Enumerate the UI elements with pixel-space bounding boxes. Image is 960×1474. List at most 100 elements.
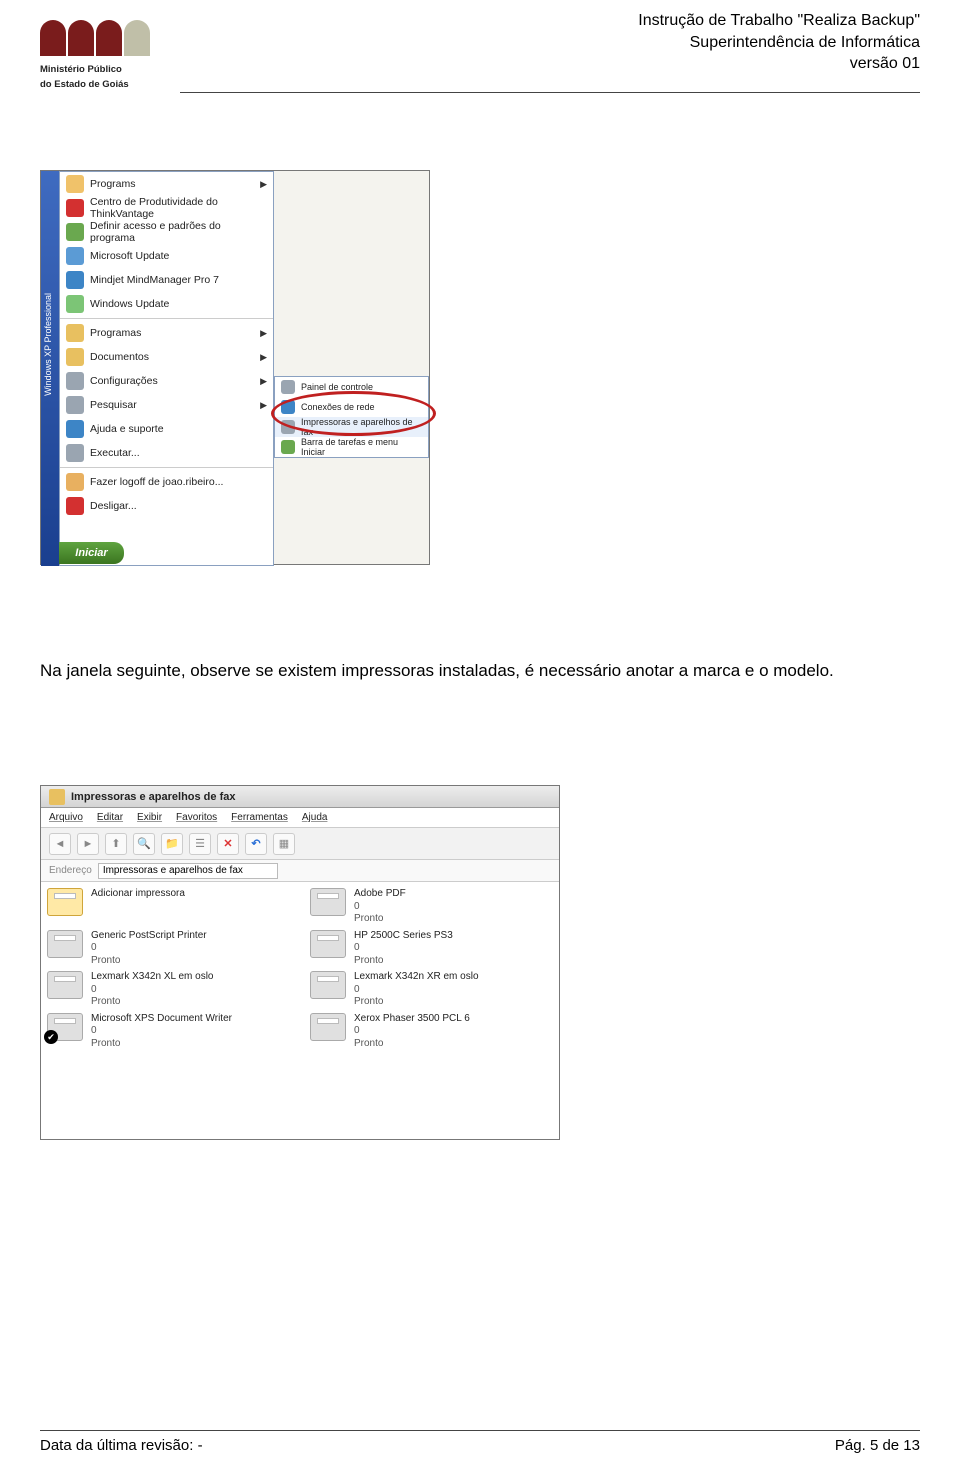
menubar-item[interactable]: Editar	[97, 812, 123, 823]
xp-brand-text: Windows XP Professional	[43, 293, 53, 396]
printer-icon	[47, 930, 83, 958]
menu-item-icon	[66, 223, 84, 241]
printer-item[interactable]: Adobe PDF0Pronto	[310, 888, 553, 926]
menubar-item[interactable]: Ferramentas	[231, 812, 288, 823]
printer-name: Lexmark X342n XL em oslo	[91, 971, 213, 984]
printer-icon	[310, 888, 346, 916]
submenu-arrow-icon: ▶	[260, 400, 267, 411]
start-menu-main: Programs▶Centro de Produtividade do Thin…	[59, 171, 274, 566]
submenu-icon	[281, 440, 295, 454]
menu-item-label: Fazer logoff de joao.ribeiro...	[90, 476, 223, 488]
menubar-item[interactable]: Ajuda	[302, 812, 328, 823]
printer-item[interactable]: Lexmark X342n XR em oslo0Pronto	[310, 971, 553, 1009]
menu-item[interactable]: Desligar...	[60, 494, 273, 518]
printer-item[interactable]: Adicionar impressora	[47, 888, 290, 926]
body-paragraph: Na janela seguinte, observe se existem i…	[40, 655, 920, 687]
start-button[interactable]: Iniciar	[59, 542, 124, 564]
menu-item-icon	[66, 420, 84, 438]
printers-window-screenshot: Impressoras e aparelhos de fax Arquivo Ed…	[40, 785, 560, 1140]
view-mode-button[interactable]: ▦	[273, 833, 295, 855]
forward-button[interactable]: ►	[77, 833, 99, 855]
menu-item-label: Pesquisar	[90, 399, 137, 411]
submenu-label: Barra de tarefas e menu Iniciar	[301, 437, 422, 457]
doc-title-line2: Superintendência de Informática	[638, 32, 920, 54]
printer-count: 0	[354, 901, 406, 914]
printer-count: 0	[91, 984, 213, 997]
printer-name: Lexmark X342n XR em oslo	[354, 971, 479, 984]
submenu-item[interactable]: Conexões de rede	[275, 397, 428, 417]
menu-item[interactable]: Configurações▶	[60, 369, 273, 393]
menu-item-label: Microsoft Update	[90, 250, 169, 262]
doc-title-line1: Instrução de Trabalho "Realiza Backup"	[638, 10, 920, 32]
menu-item[interactable]: Microsoft Update	[60, 244, 273, 268]
menu-item[interactable]: Centro de Produtividade do ThinkVantage	[60, 196, 273, 220]
menu-item-label: Centro de Produtividade do ThinkVantage	[90, 196, 267, 220]
address-bar: Endereço	[41, 860, 559, 882]
menubar-item[interactable]: Favoritos	[176, 812, 217, 823]
views-button[interactable]: ☰	[189, 833, 211, 855]
org-logo: Ministério Público do Estado de Goiás	[40, 20, 180, 90]
printer-name: Generic PostScript Printer	[91, 930, 207, 943]
menu-item-label: Windows Update	[90, 298, 169, 310]
menu-item-label: Executar...	[90, 447, 140, 459]
printer-item[interactable]: Microsoft XPS Document Writer0Pronto	[47, 1013, 290, 1051]
submenu-item[interactable]: Impressoras e aparelhos de fax	[275, 417, 428, 437]
menu-item-icon	[66, 497, 84, 515]
printer-status: Pronto	[91, 1038, 232, 1051]
menu-item[interactable]: Mindjet MindManager Pro 7	[60, 268, 273, 292]
start-menu-submenu: Painel de controleConexões de redeImpres…	[274, 376, 429, 458]
menu-item-icon	[66, 396, 84, 414]
menu-item-icon	[66, 372, 84, 390]
menu-item-icon	[66, 348, 84, 366]
submenu-arrow-icon: ▶	[260, 328, 267, 339]
menu-item-icon	[66, 199, 84, 217]
printer-icon	[310, 971, 346, 999]
printer-item[interactable]: HP 2500C Series PS30Pronto	[310, 930, 553, 968]
menubar-item[interactable]: Exibir	[137, 812, 162, 823]
menu-item[interactable]: Documentos▶	[60, 345, 273, 369]
menu-item[interactable]: Ajuda e suporte	[60, 417, 273, 441]
printer-item[interactable]: Xerox Phaser 3500 PCL 60Pronto	[310, 1013, 553, 1051]
menu-item[interactable]: Programas ▶	[60, 321, 273, 345]
undo-button[interactable]: ↶	[245, 833, 267, 855]
back-button[interactable]: ◄	[49, 833, 71, 855]
menu-item-label: Programas	[90, 327, 141, 339]
menu-item-label: Programs	[90, 178, 136, 190]
logo-text-line1: Ministério Público	[40, 64, 180, 75]
printer-status: Pronto	[354, 955, 453, 968]
folders-button[interactable]: 📁	[161, 833, 183, 855]
menu-item[interactable]: Fazer logoff de joao.ribeiro...	[60, 470, 273, 494]
menu-item-icon	[66, 473, 84, 491]
submenu-icon	[281, 400, 295, 414]
logo-arches	[40, 20, 180, 60]
printer-status: Pronto	[91, 955, 207, 968]
printer-item[interactable]: Lexmark X342n XL em oslo0Pronto	[47, 971, 290, 1009]
window-titlebar: Impressoras e aparelhos de fax	[41, 786, 559, 808]
start-menu-screenshot: Windows XP Professional Programs▶Centro …	[40, 170, 430, 565]
submenu-item[interactable]: Painel de controle	[275, 377, 428, 397]
window-menubar[interactable]: Arquivo Editar Exibir Favoritos Ferramentas A…	[41, 808, 559, 828]
menu-item[interactable]: Definir acesso e padrões do programa	[60, 220, 273, 244]
printer-icon	[310, 930, 346, 958]
address-input[interactable]	[98, 863, 278, 879]
page-header: Ministério Público do Estado de Goiás In…	[40, 10, 920, 105]
menu-item[interactable]: Executar...	[60, 441, 273, 465]
printer-count: 0	[91, 1025, 232, 1038]
menu-item-label: Documentos	[90, 351, 149, 363]
footer-page-number: Pág. 5 de 13	[835, 1437, 920, 1454]
printer-item[interactable]: Generic PostScript Printer0Pronto	[47, 930, 290, 968]
menu-item[interactable]: Programs▶	[60, 172, 273, 196]
menu-item-label: Definir acesso e padrões do programa	[90, 220, 267, 244]
up-button[interactable]: ⬆	[105, 833, 127, 855]
printer-icon	[47, 971, 83, 999]
menu-item[interactable]: Pesquisar ▶	[60, 393, 273, 417]
submenu-item[interactable]: Barra de tarefas e menu Iniciar	[275, 437, 428, 457]
menu-item-label: Desligar...	[90, 500, 137, 512]
xp-brand-strip: Windows XP Professional	[41, 171, 59, 566]
menubar-item[interactable]: Arquivo	[49, 812, 83, 823]
search-button[interactable]: 🔍	[133, 833, 155, 855]
menu-item-label: Ajuda e suporte	[90, 423, 164, 435]
delete-button[interactable]: ✕	[217, 833, 239, 855]
printer-count: 0	[354, 942, 453, 955]
menu-item[interactable]: Windows Update	[60, 292, 273, 316]
